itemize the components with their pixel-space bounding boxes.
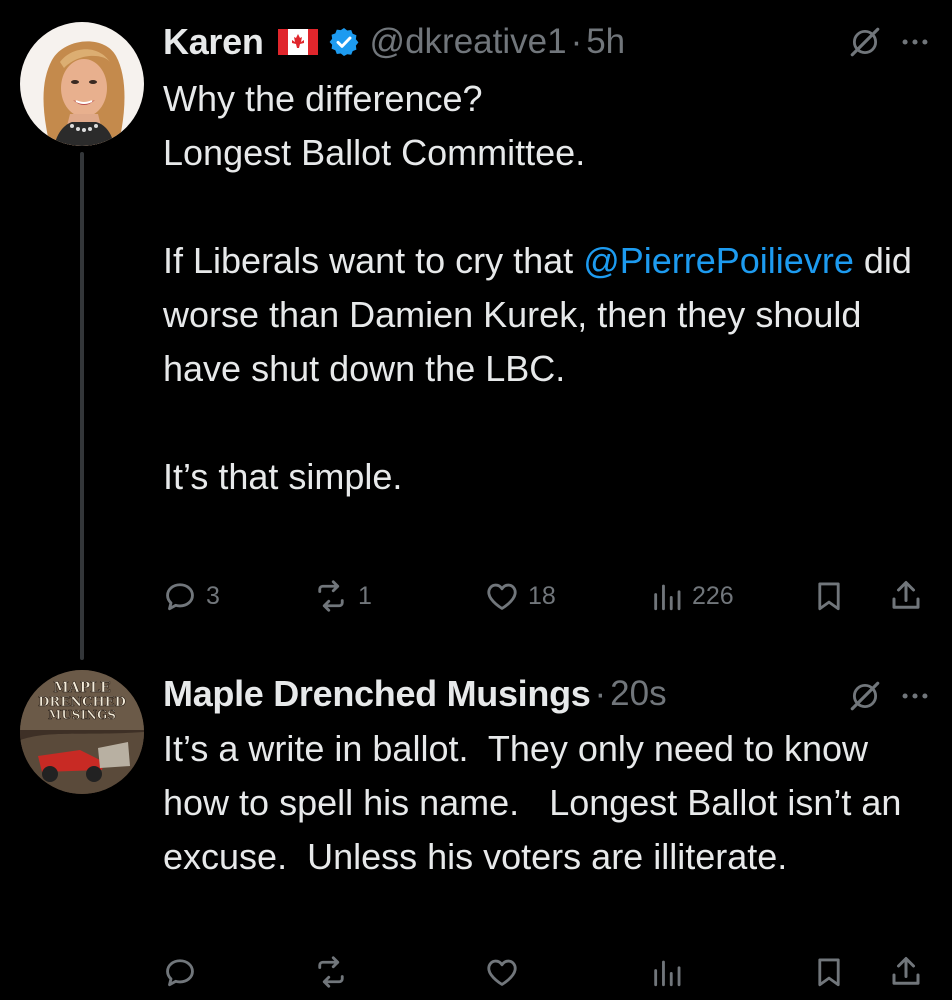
share-icon <box>888 578 924 614</box>
avatar[interactable] <box>20 22 144 146</box>
tweet-text-line: Why the difference? <box>163 78 483 119</box>
tweet-text-line: It’s a write in ballot. They only need t… <box>163 728 912 877</box>
more-icon[interactable] <box>898 679 932 713</box>
tweet-text: It’s a write in ballot. They only need t… <box>163 722 933 884</box>
reply-count: 3 <box>206 581 220 610</box>
repost-icon <box>312 578 350 614</box>
grok-icon[interactable] <box>848 679 882 713</box>
repost-count: 1 <box>358 581 372 610</box>
verified-badge-icon[interactable] <box>328 26 360 58</box>
reply-button[interactable]: 3 <box>162 574 220 618</box>
views-button[interactable] <box>650 950 692 994</box>
thread-line <box>80 152 84 660</box>
avatar-text: MAPLE <box>53 680 110 696</box>
grok-icon[interactable] <box>848 25 882 59</box>
views-icon <box>650 578 684 614</box>
like-count: 18 <box>528 581 556 610</box>
tweet-text-line: Longest Ballot Committee. <box>163 132 586 173</box>
bookmark-button[interactable] <box>812 574 846 618</box>
share-button[interactable] <box>888 950 924 994</box>
tweet-header: Maple Drenched Musings · 20s <box>163 672 667 716</box>
bookmark-icon <box>812 954 846 990</box>
more-icon[interactable] <box>898 25 932 59</box>
timestamp[interactable]: 5h <box>586 22 625 62</box>
tweet-paragraph: If Liberals want to cry that @PierrePoil… <box>163 234 933 396</box>
mention-link[interactable]: @PierrePoilievre <box>583 240 854 281</box>
author-name[interactable]: Maple Drenched Musings <box>163 673 591 715</box>
reply-button[interactable] <box>162 950 206 994</box>
author-handle[interactable]: @dkreative1 <box>370 22 567 62</box>
tweet[interactable]: MAPLE DRENCHED MUSINGS Maple Drenched Mu… <box>0 650 952 1000</box>
reply-icon <box>162 578 198 614</box>
tweet-header: Karen @dkreative1 · 5h <box>163 20 625 64</box>
repost-button[interactable] <box>312 950 358 994</box>
bookmark-icon <box>812 578 846 614</box>
repost-button[interactable]: 1 <box>312 574 372 618</box>
separator-dot: · <box>594 674 607 713</box>
header-actions <box>848 676 932 716</box>
author-name[interactable]: Karen <box>163 21 264 63</box>
action-bar: 3 1 18 226 <box>162 574 932 618</box>
views-count: 226 <box>692 581 734 610</box>
timestamp[interactable]: 20s <box>610 674 666 714</box>
header-actions <box>848 22 932 62</box>
bookmark-button[interactable] <box>812 950 846 994</box>
share-button[interactable] <box>888 574 924 618</box>
like-icon <box>484 954 520 990</box>
separator-dot: · <box>570 22 583 61</box>
tweet-text-segment: If Liberals want to cry that <box>163 240 574 281</box>
tweet-text: Why the difference? Longest Ballot Commi… <box>163 72 933 504</box>
tweet-text-line: It’s that simple. <box>163 456 403 497</box>
like-icon <box>484 578 520 614</box>
avatar-text: MUSINGS <box>48 708 116 722</box>
views-button[interactable]: 226 <box>650 574 734 618</box>
canada-flag-icon <box>277 29 318 55</box>
avatar[interactable]: MAPLE DRENCHED MUSINGS <box>20 670 144 794</box>
action-bar <box>162 950 932 994</box>
like-button[interactable] <box>484 950 528 994</box>
repost-icon <box>312 954 350 990</box>
share-icon <box>888 954 924 990</box>
reply-icon <box>162 954 198 990</box>
like-button[interactable]: 18 <box>484 574 556 618</box>
tweet[interactable]: Karen @dkreative1 · 5h Why the differenc… <box>0 0 952 660</box>
views-icon <box>650 954 684 990</box>
